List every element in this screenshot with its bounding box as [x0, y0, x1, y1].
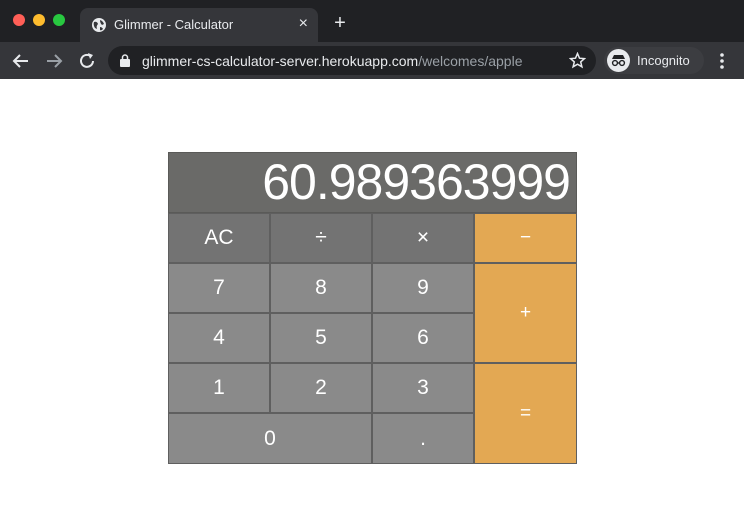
decimal-label: .: [420, 426, 426, 450]
digit-2-button[interactable]: 2: [270, 363, 372, 413]
digit-1-label: 1: [213, 376, 225, 399]
display-value: 60.989363999: [262, 154, 571, 210]
new-tab-button[interactable]: +: [330, 13, 350, 33]
tab-close-icon[interactable]: ×: [299, 15, 308, 33]
back-arrow-icon[interactable]: [10, 50, 32, 72]
browser-toolbar: glimmer-cs-calculator-server.herokuapp.c…: [0, 42, 744, 79]
digit-5-label: 5: [315, 326, 327, 349]
subtract-label: −: [519, 227, 532, 248]
all-clear-button[interactable]: AC: [168, 213, 270, 263]
url-host: glimmer-cs-calculator-server.herokuapp.c…: [142, 53, 419, 69]
minimize-window-button[interactable]: [33, 14, 45, 26]
maximize-window-button[interactable]: [53, 14, 65, 26]
all-clear-label: AC: [204, 226, 234, 249]
digit-6-button[interactable]: 6: [372, 313, 474, 363]
subtract-button[interactable]: −: [474, 213, 577, 263]
add-label: +: [519, 302, 532, 323]
lock-icon: [120, 54, 130, 67]
digit-4-label: 4: [213, 326, 225, 349]
address-bar[interactable]: glimmer-cs-calculator-server.herokuapp.c…: [108, 46, 596, 75]
add-button[interactable]: +: [474, 263, 577, 363]
bookmark-star-icon[interactable]: [569, 52, 586, 69]
equals-label: =: [519, 402, 532, 424]
digit-8-button[interactable]: 8: [270, 263, 372, 313]
multiply-button[interactable]: ×: [372, 213, 474, 263]
digit-9-label: 9: [417, 276, 429, 299]
digit-5-button[interactable]: 5: [270, 313, 372, 363]
tab-calculator[interactable]: Glimmer - Calculator ×: [80, 8, 318, 42]
decimal-button[interactable]: .: [372, 413, 474, 464]
digit-2-label: 2: [315, 376, 327, 399]
reload-icon[interactable]: [76, 50, 98, 72]
divide-label: ÷: [315, 226, 327, 249]
incognito-badge[interactable]: Incognito: [604, 47, 704, 74]
calculator-display: 60.989363999: [168, 152, 577, 213]
digit-3-label: 3: [417, 376, 429, 399]
divide-button[interactable]: ÷: [270, 213, 372, 263]
tab-title: Glimmer - Calculator: [114, 17, 234, 32]
digit-0-button[interactable]: 0: [168, 413, 372, 464]
browser-titlebar: Glimmer - Calculator × +: [0, 0, 744, 42]
incognito-label: Incognito: [637, 53, 690, 68]
digit-1-button[interactable]: 1: [168, 363, 270, 413]
digit-4-button[interactable]: 4: [168, 313, 270, 363]
calculator: 60.989363999 AC ÷ × − 7 8 9 + 4 5 6 1 2 …: [168, 152, 577, 464]
digit-8-label: 8: [315, 276, 327, 299]
close-window-button[interactable]: [13, 14, 25, 26]
more-menu-icon[interactable]: [714, 51, 730, 71]
equals-button[interactable]: =: [474, 363, 577, 464]
digit-9-button[interactable]: 9: [372, 263, 474, 313]
forward-arrow-icon[interactable]: [43, 50, 65, 72]
digit-7-button[interactable]: 7: [168, 263, 270, 313]
digit-0-label: 0: [264, 426, 276, 450]
url-path: /welcomes/apple: [418, 53, 523, 69]
digit-3-button[interactable]: 3: [372, 363, 474, 413]
globe-icon: [92, 18, 106, 32]
digit-7-label: 7: [213, 276, 225, 299]
incognito-icon: [607, 49, 630, 72]
digit-6-label: 6: [417, 326, 429, 349]
url-text: glimmer-cs-calculator-server.herokuapp.c…: [142, 53, 522, 69]
multiply-label: ×: [416, 226, 430, 249]
